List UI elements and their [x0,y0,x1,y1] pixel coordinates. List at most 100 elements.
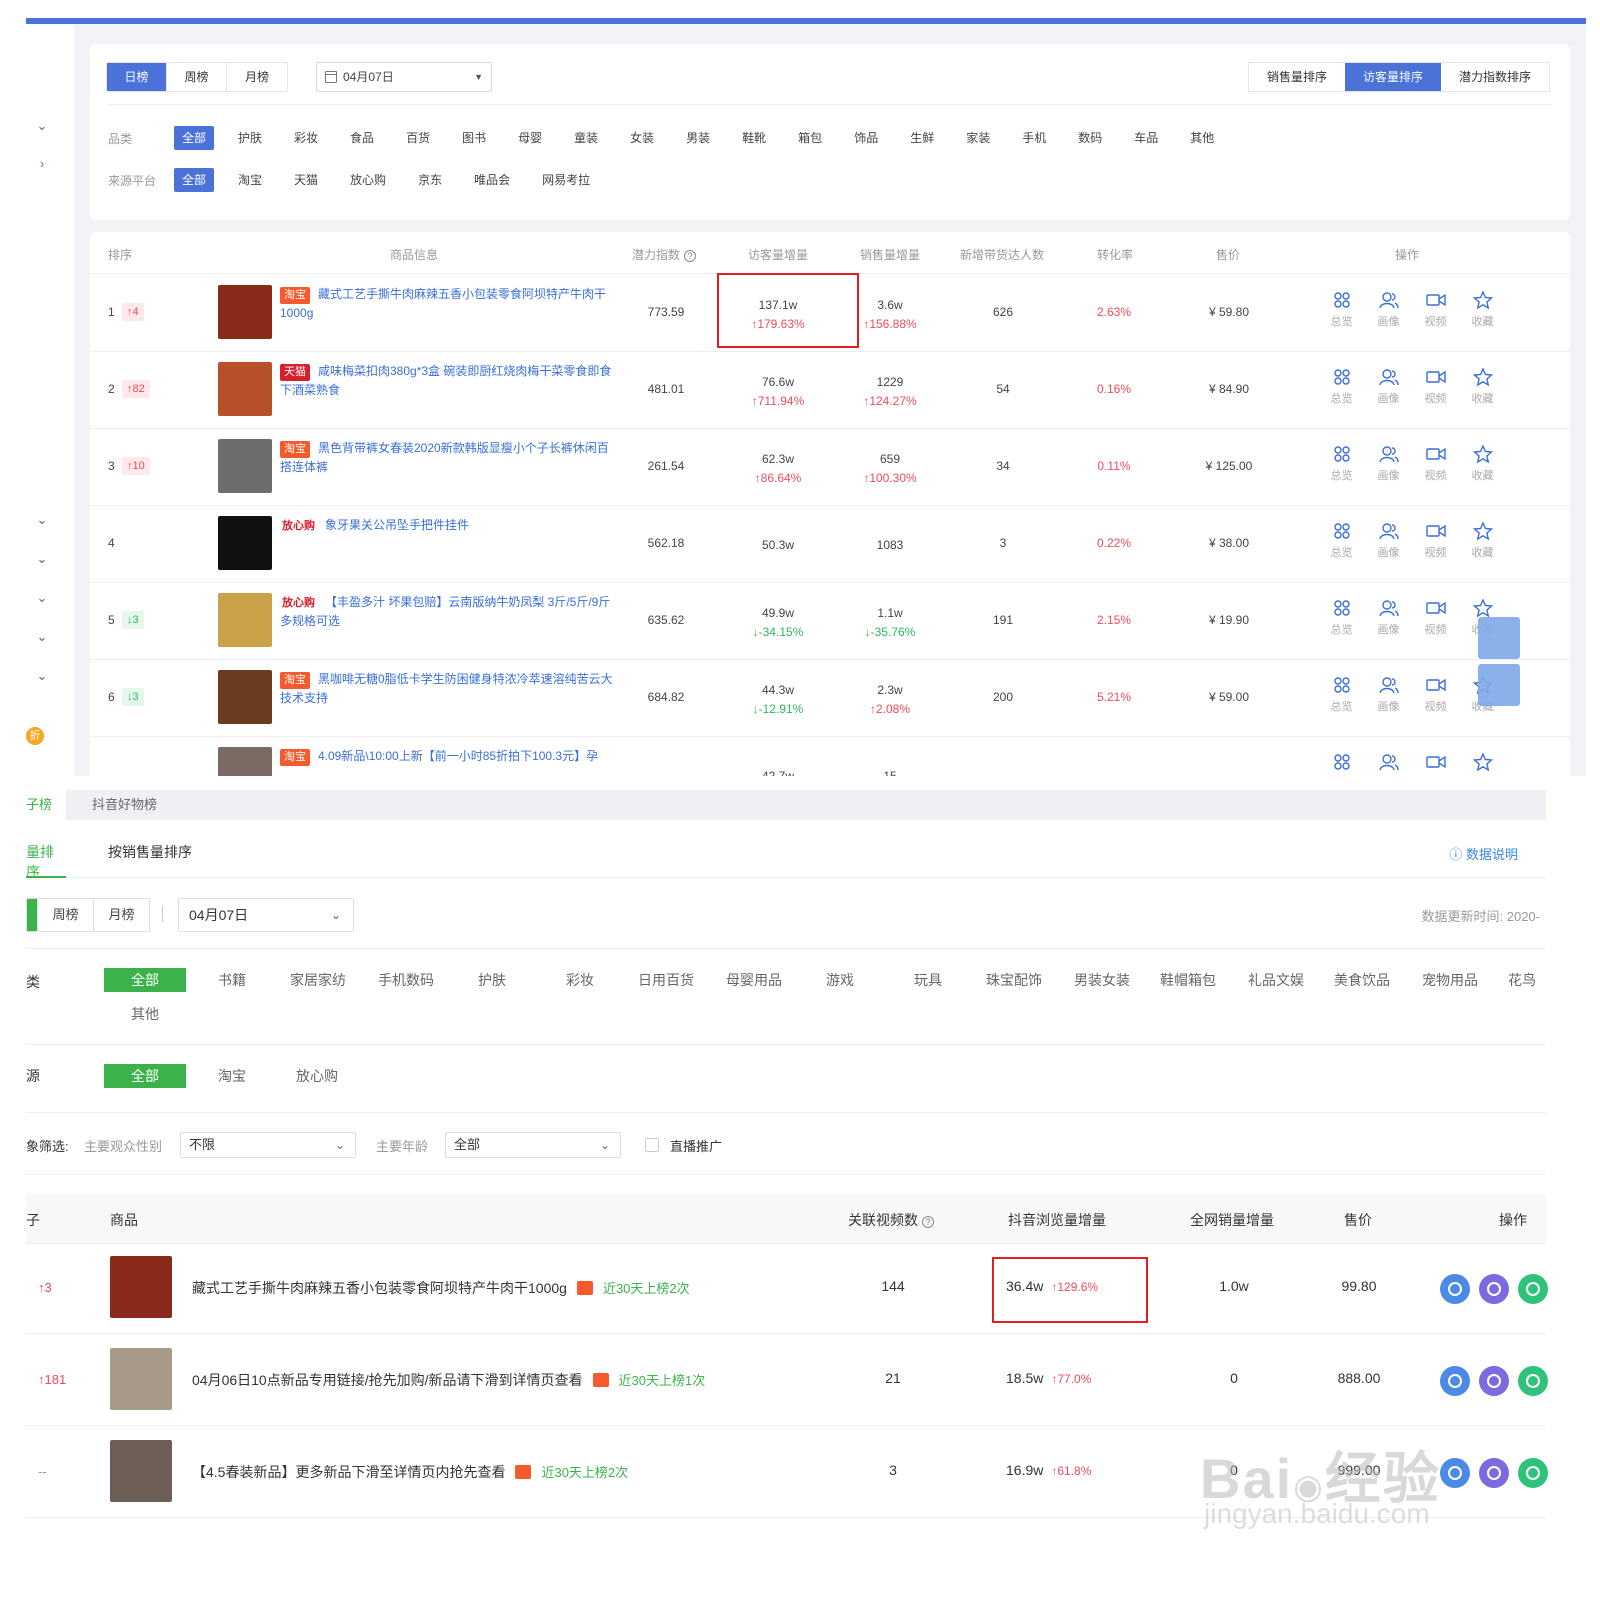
chevron-down-icon[interactable]: ⌄ [34,629,50,645]
trend-chart-icon[interactable] [1440,1458,1470,1488]
overview-action[interactable]: 总览 [1318,599,1365,637]
tab-weekly[interactable]: 周榜 [167,63,227,91]
platform-chip[interactable]: 京东 [410,168,450,192]
profile-action[interactable] [1365,753,1412,775]
product-title[interactable]: 淘宝 藏式工艺手撕牛肉麻辣五香小包装零食阿坝特产牛肉干1000g [280,285,620,323]
category-chip[interactable]: 箱包 [790,126,830,150]
category-chip[interactable]: 宠物用品 [1422,968,1478,992]
chevron-right-icon[interactable]: › [34,156,50,172]
category-chip[interactable]: 珠宝配饰 [986,968,1042,992]
product-image[interactable] [110,1256,172,1318]
col-price[interactable]: 售价 [1216,246,1240,263]
col-price[interactable]: 售价 [1344,1210,1372,1230]
overview-action[interactable]: 总览 [1318,445,1365,483]
platform-chip[interactable]: 淘宝 [230,168,270,192]
video-action[interactable] [1412,753,1459,775]
category-chip[interactable]: 全部 [174,126,215,150]
user-profile-icon[interactable] [1479,1458,1509,1488]
product-image[interactable] [110,1348,172,1410]
sort-by-views[interactable]: 量排序 [26,842,66,880]
table-row[interactable]: 5 ↓3 放心购 【丰盈多汁 坏果包赔】云南版纳牛奶凤梨 3斤/5斤/9斤多规格可选 6… [90,583,1570,660]
source-chip[interactable]: 淘宝 [218,1064,246,1088]
tab-daily[interactable]: 日榜 [107,63,167,91]
help-icon[interactable]: ? [922,1216,934,1228]
video-action[interactable]: 视频 [1412,445,1459,483]
discount-badge[interactable]: 折 [26,727,44,745]
product-title[interactable]: 放心购 象牙果关公吊坠手把件挂件 [280,516,620,554]
platform-chip[interactable]: 天猫 [286,168,326,192]
play-video-icon[interactable] [1518,1274,1548,1304]
category-other[interactable]: 其他 [104,1002,186,1026]
play-video-icon[interactable] [1518,1458,1548,1488]
chevron-down-icon[interactable]: ⌄ [34,551,50,567]
category-chip[interactable]: 护肤 [230,126,270,150]
category-chip[interactable]: 彩妆 [286,126,326,150]
product-image[interactable] [110,1440,172,1502]
category-chip[interactable]: 鞋靴 [734,126,774,150]
category-chip[interactable]: 母婴用品 [726,968,782,992]
category-chip[interactable]: 玩具 [914,968,942,992]
table-row[interactable]: 6 ↓3 淘宝 黑咖啡无糖0脂低卡学生防困健身特浓冷萃速溶纯苦云大技术支持 684.82… [90,660,1570,737]
sort-by-sales[interactable]: 销售量排序 [1248,63,1345,91]
age-select[interactable]: 全部 ⌄ [445,1132,621,1158]
col-conversion[interactable]: 转化率 [1097,246,1133,263]
category-chip[interactable]: 花鸟 [1508,968,1536,992]
user-profile-icon[interactable] [1479,1366,1509,1396]
profile-action[interactable]: 画像 [1365,522,1412,560]
category-chip[interactable]: 手机 [1014,126,1054,150]
video-action[interactable]: 视频 [1412,676,1459,714]
video-action[interactable]: 视频 [1412,599,1459,637]
category-chip[interactable]: 家装 [958,126,998,150]
sort-by-potential[interactable]: 潜力指数排序 [1440,63,1549,91]
category-chip[interactable]: 家居家纺 [290,968,346,992]
product-title[interactable]: 淘宝 黑色背带裤女春装2020新款韩版显瘦小个子长裤休闲百搭连体裤 [280,439,620,477]
video-action[interactable]: 视频 [1412,291,1459,329]
category-chip[interactable]: 手机数码 [378,968,434,992]
star-action[interactable]: 收藏 [1459,291,1506,329]
category-chip[interactable]: 彩妆 [566,968,594,992]
date-picker[interactable]: 04月07日 ▼ [316,62,492,92]
help-icon[interactable]: ? [684,250,697,262]
overview-action[interactable]: 总览 [1318,291,1365,329]
video-action[interactable]: 视频 [1412,368,1459,406]
profile-action[interactable]: 画像 [1365,445,1412,483]
chevron-down-icon[interactable]: ⌄ [34,512,50,528]
source-chip[interactable]: 全部 [104,1064,186,1088]
category-chip[interactable]: 其他 [1182,126,1222,150]
product-title[interactable]: 【4.5春装新品】更多新品下滑至详情页内抢先查看 近30天上榜2次 [192,1462,628,1482]
category-chip[interactable]: 图书 [454,126,494,150]
category-chip[interactable]: 饰品 [846,126,886,150]
overview-action[interactable]: 总览 [1318,676,1365,714]
col-sales[interactable]: 全网销量增量 [1190,1210,1274,1230]
product-image[interactable] [218,285,272,339]
trend-chart-icon[interactable] [1440,1274,1470,1304]
category-chip[interactable]: 生鲜 [902,126,942,150]
category-chip[interactable]: 母婴 [510,126,550,150]
category-chip[interactable]: 食品 [342,126,382,150]
chat-float-button[interactable] [1478,617,1520,659]
profile-action[interactable]: 画像 [1365,599,1412,637]
sort-by-sales[interactable]: 按销售量排序 [108,842,192,862]
star-action[interactable]: 收藏 [1459,368,1506,406]
tab-monthly[interactable]: 月榜 [227,63,287,91]
source-chip[interactable]: 放心购 [296,1064,338,1088]
table-row[interactable]: ↑181 04月06日10点新品专用链接/抢先加购/新品请下滑到详情页查看 近30天… [26,1334,1548,1426]
play-video-icon[interactable] [1518,1366,1548,1396]
user-profile-icon[interactable] [1479,1274,1509,1304]
category-chip[interactable]: 美食饮品 [1334,968,1390,992]
col-visitors[interactable]: 访客量增量 [748,246,808,263]
col-sales[interactable]: 销售量增量 [860,246,920,263]
category-chip[interactable]: 礼品文娱 [1248,968,1304,992]
overview-action[interactable] [1318,753,1365,775]
category-chip[interactable]: 全部 [104,968,186,992]
qrcode-float-button[interactable] [1478,664,1520,706]
platform-chip[interactable]: 放心购 [342,168,394,192]
platform-chip[interactable]: 网易考拉 [534,168,598,192]
video-action[interactable]: 视频 [1412,522,1459,560]
gender-select[interactable]: 不限 ⌄ [180,1132,356,1158]
date-select[interactable]: 04月07日 ⌄ [178,898,354,932]
category-chip[interactable]: 数码 [1070,126,1110,150]
star-action[interactable] [1459,753,1506,775]
table-row[interactable]: 3 ↑10 淘宝 黑色背带裤女春装2020新款韩版显瘦小个子长裤休闲百搭连体裤 261.… [90,429,1570,506]
product-image[interactable] [218,593,272,647]
